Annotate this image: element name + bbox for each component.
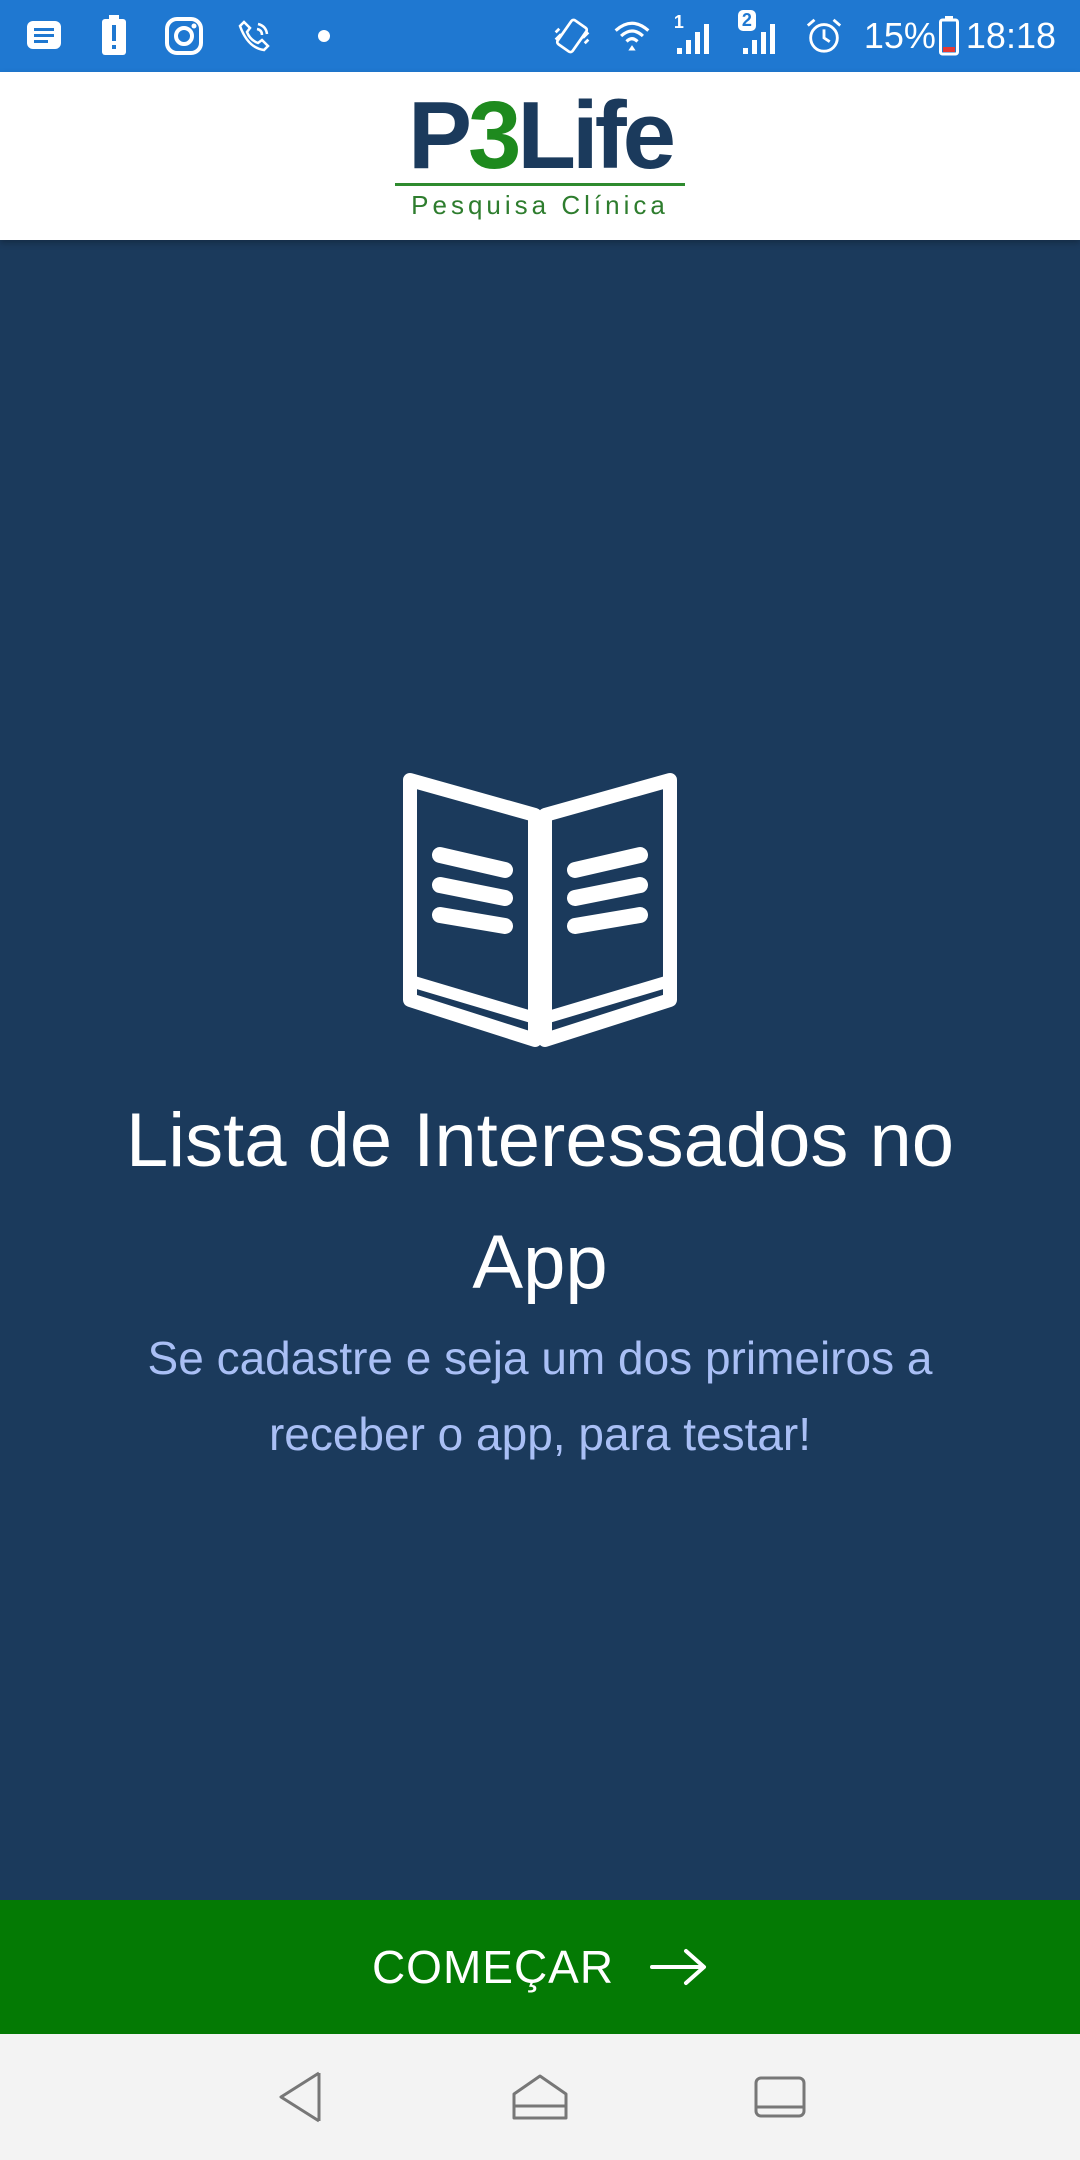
dot-icon [304, 16, 344, 56]
logo-wordmark: P3Life [408, 88, 676, 184]
logo-accent: 3 [467, 82, 521, 189]
system-nav-bar [0, 2034, 1080, 2160]
wifi-icon [612, 16, 652, 56]
status-notifications [24, 15, 344, 56]
page-title: Lista de Interessados no App [125, 1098, 955, 1305]
home-button[interactable] [505, 2062, 575, 2132]
onboarding-panel: Lista de Interessados no App Se cadastre… [0, 240, 1080, 1900]
arrow-right-icon [650, 1949, 707, 1985]
vibrate-icon [552, 16, 592, 56]
open-book-icon [403, 773, 677, 1047]
home-icon [512, 2074, 568, 2120]
battery-icon [938, 16, 960, 56]
p3life-logo: P3Life Pesquisa Clínica [395, 88, 685, 221]
status-system: 1 2 15% 18:18 [552, 10, 1056, 57]
recents-button[interactable] [745, 2062, 815, 2132]
back-button[interactable] [265, 2062, 335, 2132]
logo-suffix: Life [517, 82, 676, 189]
message-icon [24, 16, 64, 56]
alarm-icon [804, 16, 844, 56]
logo-prefix: P [407, 82, 472, 189]
alert-icon [94, 15, 134, 56]
sim2-label: 2 [737, 10, 756, 31]
signal-1-icon: 1 [672, 12, 718, 56]
clock: 18:18 [965, 15, 1056, 56]
instagram-icon [164, 16, 204, 56]
back-icon [279, 2071, 321, 2123]
logo-subtitle: Pesquisa Clínica [411, 190, 669, 220]
sim1-label: 1 [673, 12, 684, 32]
start-button-label: COMEÇAR [371, 1941, 615, 1993]
recents-icon [754, 2076, 806, 2118]
wifi-call-icon [234, 16, 274, 56]
app-header: P3Life Pesquisa Clínica [0, 72, 1080, 240]
logo-underline [395, 183, 685, 186]
signal-2-icon: 2 [737, 10, 784, 56]
page-subtitle: Se cadastre e seja um dos primeiros a re… [147, 1332, 933, 1460]
status-bar: 1 2 15% 18:18 [0, 0, 1080, 72]
start-button[interactable]: COMEÇAR [0, 1900, 1080, 2034]
battery-percent: 15% [863, 15, 936, 56]
